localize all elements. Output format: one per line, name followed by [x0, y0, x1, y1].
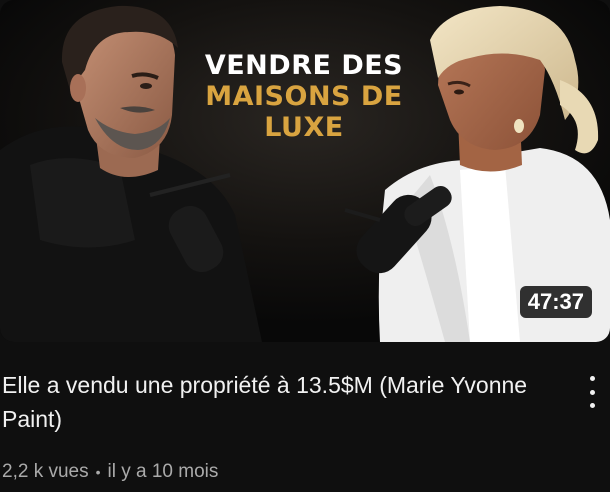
more-vert-icon — [589, 376, 595, 381]
video-title[interactable]: Elle a vendu une propriété à 13.5$M (Mar… — [2, 368, 562, 436]
thumbnail-headline: VENDRE DES MAISONS DE LUXE — [168, 50, 440, 143]
duration-badge: 47:37 — [519, 286, 592, 318]
more-vert-icon-dot-2 — [589, 389, 595, 395]
video-metadata: 2,2 k vues • il y a 10 mois — [2, 461, 218, 483]
publish-date: il y a 10 mois — [107, 461, 219, 482]
more-actions-button[interactable] — [580, 372, 604, 412]
metadata-separator: • — [95, 464, 101, 480]
video-thumbnail[interactable]: VENDRE DES MAISONS DE LUXE 47:37 — [0, 0, 610, 342]
video-card[interactable]: VENDRE DES MAISONS DE LUXE 47:37 Elle a … — [0, 0, 610, 492]
headline-line-1: VENDRE DES — [204, 50, 404, 81]
view-count: 2,2 k vues — [2, 461, 89, 482]
headline-line-2: MAISONS DE LUXE — [205, 81, 403, 144]
more-vert-icon-dot-3 — [589, 403, 595, 408]
